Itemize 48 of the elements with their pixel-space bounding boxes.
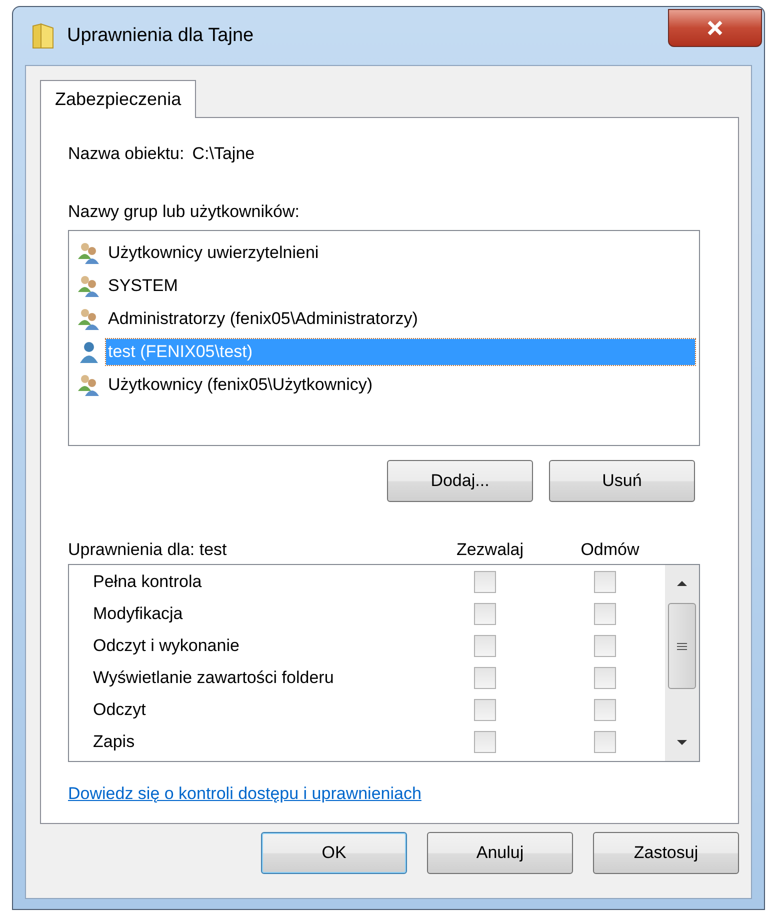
- dialog-button[interactable]: Anuluj: [427, 832, 573, 874]
- folder-icon: [31, 22, 55, 50]
- deny-checkbox[interactable]: [594, 571, 616, 593]
- help-link[interactable]: Dowiedz się o kontroli dostępu i uprawnieniach: [68, 784, 422, 804]
- list-item[interactable]: Użytkownicy uwierzytelnieni: [106, 240, 321, 266]
- user-icon: [77, 340, 101, 364]
- tab[interactable]: Zabezpieczenia: [40, 80, 196, 118]
- column-header: Odmów: [580, 540, 640, 560]
- object-name-value: C:\Tajne: [192, 144, 255, 164]
- deny-checkbox[interactable]: [594, 635, 616, 657]
- scroll-up-icon[interactable]: [676, 579, 688, 587]
- users-icon: [77, 274, 101, 298]
- list-label: Nazwy grup lub użytkowników:: [68, 202, 300, 222]
- object-name-label: Nazwa obiektu:: [68, 144, 184, 164]
- permission-name: Modyfikacja: [92, 604, 184, 624]
- deny-checkbox[interactable]: [594, 603, 616, 625]
- permission-name: Odczyt: [92, 700, 147, 720]
- allow-checkbox[interactable]: [474, 571, 496, 593]
- list-item[interactable]: SYSTEM: [106, 272, 180, 298]
- column-header: Zezwalaj: [455, 540, 525, 560]
- allow-checkbox[interactable]: [474, 731, 496, 753]
- action-button[interactable]: Usuń: [549, 460, 695, 502]
- permission-name: Pełna kontrola: [92, 572, 203, 592]
- allow-checkbox[interactable]: [474, 603, 496, 625]
- users-icon: [77, 372, 101, 396]
- users-icon: [77, 240, 101, 264]
- permission-name: Wyświetlanie zawartości folderu: [92, 668, 335, 688]
- permissions-label: Uprawnienia dla: test: [68, 540, 228, 560]
- close-button[interactable]: [668, 9, 762, 47]
- allow-checkbox[interactable]: [474, 699, 496, 721]
- deny-checkbox[interactable]: [594, 699, 616, 721]
- users-icon: [77, 306, 101, 330]
- allow-checkbox[interactable]: [474, 635, 496, 657]
- permission-name: Zapis: [92, 732, 136, 752]
- action-button[interactable]: Dodaj...: [387, 460, 533, 502]
- deny-checkbox[interactable]: [594, 731, 616, 753]
- allow-checkbox[interactable]: [474, 667, 496, 689]
- list-item[interactable]: Administratorzy (fenix05\Administratorzy): [106, 306, 420, 332]
- list-item[interactable]: Użytkownicy (fenix05\Użytkownicy): [106, 372, 375, 398]
- deny-checkbox[interactable]: [594, 667, 616, 689]
- scroll-thumb[interactable]: [668, 603, 696, 689]
- permission-name: Odczyt i wykonanie: [92, 636, 240, 656]
- close-icon[interactable]: [706, 20, 724, 36]
- window-title: Uprawnienia dla Tajne: [67, 25, 254, 47]
- scroll-down-icon[interactable]: [676, 739, 688, 747]
- dialog-button[interactable]: Zastosuj: [593, 832, 739, 874]
- scrollbar[interactable]: [665, 565, 699, 761]
- dialog-button[interactable]: OK: [261, 832, 407, 874]
